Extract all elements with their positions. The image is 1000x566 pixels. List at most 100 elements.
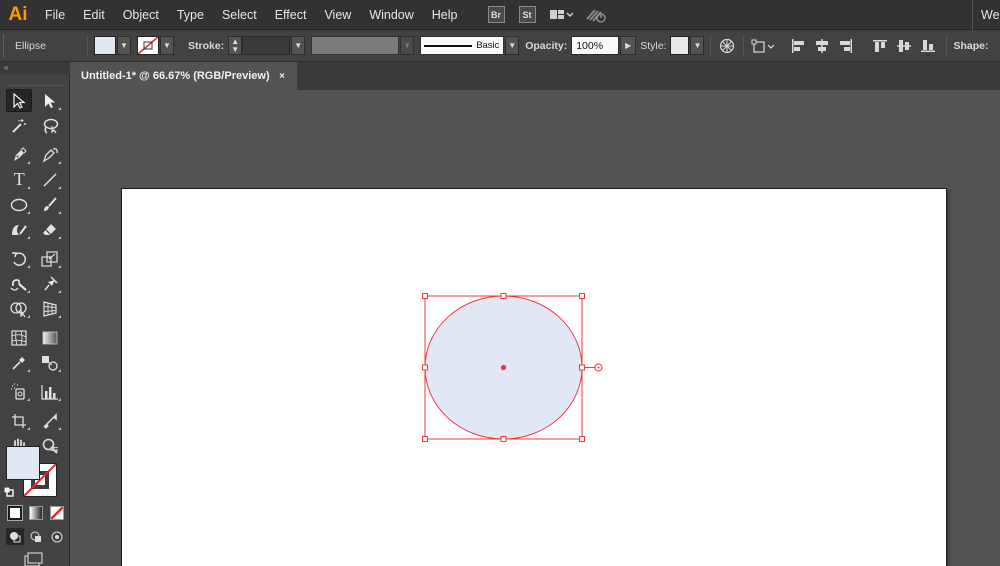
close-tab-icon[interactable]: ×: [279, 71, 285, 82]
gradient-mode-button[interactable]: [29, 506, 43, 520]
color-mode-button[interactable]: [7, 505, 23, 521]
symbol-sprayer-tool-icon[interactable]: [6, 380, 32, 403]
document-tab-bar: Untitled-1* @ 66.67% (RGB/Preview) ×: [71, 62, 1000, 90]
curvature-tool-icon[interactable]: [37, 143, 63, 166]
brush-definition[interactable]: Basic: [420, 36, 505, 55]
menu-type[interactable]: Type: [168, 0, 213, 30]
tools-panel-header[interactable]: «: [0, 62, 70, 74]
line-segment-tool-icon[interactable]: [37, 168, 63, 191]
stroke-swatch[interactable]: [137, 36, 159, 55]
align-left-icon[interactable]: [786, 35, 810, 57]
slice-tool-icon[interactable]: [37, 409, 63, 432]
artboard-tool-icon[interactable]: [6, 409, 32, 432]
selection-tool-icon[interactable]: [6, 89, 33, 112]
color-mode-row: [7, 505, 64, 522]
fill-swatch[interactable]: [94, 36, 116, 55]
menu-help[interactable]: Help: [423, 0, 467, 30]
stroke-weight-input[interactable]: [242, 36, 291, 55]
draw-inside-icon[interactable]: [48, 528, 66, 545]
style-label: Style:: [640, 39, 667, 52]
brush-stroke-preview: [424, 44, 473, 47]
brush-label: Basic: [476, 40, 500, 51]
menu-object[interactable]: Object: [114, 0, 168, 30]
menu-view[interactable]: View: [315, 0, 360, 30]
pen-tool-icon[interactable]: [6, 143, 32, 166]
menu-select[interactable]: Select: [213, 0, 266, 30]
fill-color-box[interactable]: [6, 446, 40, 480]
arrange-documents-icon[interactable]: [549, 8, 573, 22]
document-tab-title: Untitled-1* @ 66.67% (RGB/Preview): [81, 70, 270, 82]
shaper-tool-icon[interactable]: [6, 218, 32, 241]
artwork-layer: [422, 293, 603, 442]
handle-top-left: [422, 293, 428, 299]
app-logo: Ai: [8, 3, 28, 25]
workspace-switcher[interactable]: We: [972, 0, 1000, 30]
fill-stroke-widget: ⇆: [3, 444, 62, 502]
opacity-slider-button[interactable]: ▶: [620, 36, 637, 55]
warp-tool-icon[interactable]: [6, 272, 32, 295]
document-tab[interactable]: Untitled-1* @ 66.67% (RGB/Preview) ×: [71, 62, 297, 90]
recolor-artwork-icon[interactable]: [717, 35, 737, 57]
illustrator-window: Ai File Edit Object Type Select Effect V…: [0, 0, 1000, 566]
align-right-icon[interactable]: [834, 35, 858, 57]
transform-options-icon[interactable]: [750, 35, 778, 57]
menu-file[interactable]: File: [36, 0, 74, 30]
menu-edit[interactable]: Edit: [74, 0, 114, 30]
tools-grip[interactable]: [6, 76, 63, 86]
handle-bottom-left: [422, 436, 428, 442]
magic-wand-tool-icon[interactable]: [6, 114, 32, 137]
gpu-performance-icon[interactable]: [585, 7, 607, 23]
align-top-icon[interactable]: [868, 35, 892, 57]
brush-dropdown[interactable]: ▼: [505, 36, 520, 55]
variable-width-dropdown[interactable]: ▼: [400, 36, 415, 55]
opacity-input[interactable]: [571, 36, 620, 55]
center-point: [500, 364, 507, 371]
align-vertical-center-icon[interactable]: [892, 35, 916, 57]
stock-button[interactable]: St: [518, 6, 536, 23]
stroke-weight-dropdown[interactable]: ▼: [291, 36, 306, 55]
draw-behind-icon[interactable]: [27, 528, 45, 545]
mesh-tool-icon[interactable]: [6, 326, 32, 349]
menu-effect[interactable]: Effect: [266, 0, 316, 30]
tools-panel: T ⇆: [0, 74, 70, 566]
ellipse-tool-icon[interactable]: [6, 193, 32, 216]
screen-mode-icon[interactable]: [24, 552, 46, 566]
gradient-tool-icon[interactable]: [37, 326, 63, 349]
bridge-button[interactable]: Br: [487, 6, 505, 23]
default-fill-stroke-icon[interactable]: [3, 484, 14, 497]
drawing-mode-row: [6, 528, 66, 546]
direct-selection-tool-icon[interactable]: [37, 89, 63, 112]
variable-width-profile[interactable]: [311, 36, 400, 55]
none-mode-button[interactable]: [50, 506, 64, 520]
stroke-label[interactable]: Stroke:: [188, 40, 224, 52]
perspective-grid-tool-icon[interactable]: [37, 297, 63, 320]
rotate-tool-icon[interactable]: [6, 247, 32, 270]
align-bottom-icon[interactable]: [916, 35, 940, 57]
column-graph-tool-icon[interactable]: [37, 380, 63, 403]
blend-tool-icon[interactable]: [37, 351, 63, 374]
eraser-tool-icon[interactable]: [37, 218, 63, 241]
type-tool-icon[interactable]: T: [6, 168, 32, 191]
scale-tool-icon[interactable]: [37, 247, 63, 270]
swap-fill-stroke-icon[interactable]: ⇆: [50, 444, 58, 455]
shape-label[interactable]: Shape:: [953, 40, 988, 52]
graphic-style-swatch[interactable]: [670, 36, 690, 55]
lasso-tool-icon[interactable]: [37, 114, 63, 137]
canvas-area[interactable]: [71, 90, 1000, 566]
stroke-dropdown[interactable]: ▼: [160, 36, 174, 55]
fill-dropdown[interactable]: ▼: [117, 36, 131, 55]
shape-builder-tool-icon[interactable]: [6, 297, 32, 320]
paintbrush-tool-icon[interactable]: [37, 193, 63, 216]
menu-bar: Ai File Edit Object Type Select Effect V…: [0, 0, 1000, 30]
graphic-style-dropdown[interactable]: ▼: [690, 36, 705, 55]
menu-window[interactable]: Window: [360, 0, 422, 30]
align-horizontal-center-icon[interactable]: [810, 35, 834, 57]
stroke-weight-stepper[interactable]: ▲ ▼: [228, 36, 243, 55]
pie-widget-dot: [597, 366, 600, 369]
control-bar: Ellipse ▼ ▼ Stroke: ▲ ▼ ▼ ▼ Basic ▼ Opaci…: [0, 30, 1000, 62]
opacity-label[interactable]: Opacity:: [525, 40, 567, 52]
puppet-warp-tool-icon[interactable]: [37, 272, 63, 295]
draw-normal-icon[interactable]: [6, 528, 24, 545]
eyedropper-tool-icon[interactable]: [6, 351, 32, 374]
handle-middle-right: [579, 364, 585, 371]
